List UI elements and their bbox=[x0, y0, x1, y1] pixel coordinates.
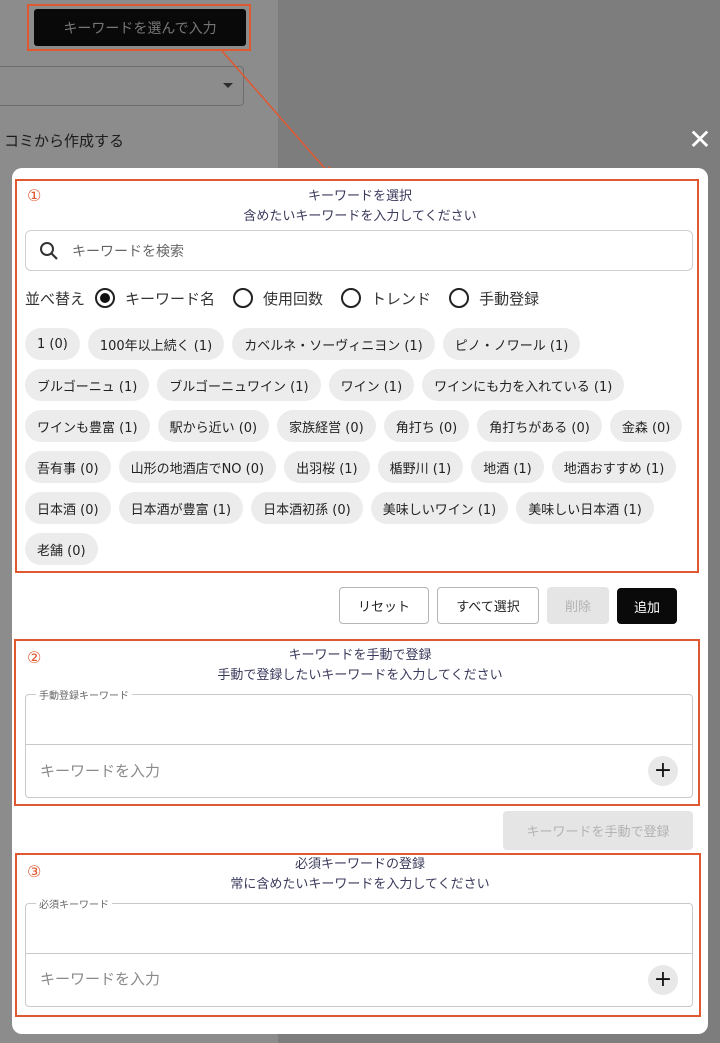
keyword-chip[interactable]: ピノ・ノワール (1) bbox=[442, 328, 581, 360]
keyword-chip[interactable]: 日本酒が豊富 (1) bbox=[118, 492, 244, 524]
close-icon[interactable]: ✕ bbox=[686, 126, 714, 154]
radio-checked-icon[interactable] bbox=[95, 288, 116, 308]
keyword-chip[interactable]: ブルゴーニュ (1) bbox=[25, 369, 150, 401]
select-all-button[interactable]: すべて選択 bbox=[437, 587, 539, 624]
required-keyword-field: + bbox=[25, 903, 693, 1007]
field-divider bbox=[26, 744, 692, 745]
plus-icon[interactable]: + bbox=[648, 965, 678, 995]
sort-label: 並べ替え bbox=[25, 289, 86, 308]
section-1-subtitle: 含めたいキーワードを入力してください bbox=[243, 209, 477, 224]
section-3-subtitle: 常に含めたいキーワードを入力してください bbox=[230, 877, 490, 892]
annotation-top-button bbox=[27, 4, 251, 51]
keyword-chip[interactable]: 楯野川 (1) bbox=[377, 451, 464, 483]
keyword-chip[interactable]: ブルゴーニュワイン (1) bbox=[157, 369, 321, 401]
keyword-chip[interactable]: 吾有事 (0) bbox=[25, 451, 111, 483]
add-button[interactable]: 追加 bbox=[617, 588, 677, 624]
manual-keyword-input[interactable] bbox=[40, 757, 620, 785]
sort-option[interactable]: 使用回数 bbox=[233, 288, 323, 309]
section-2-subtitle: 手動で登録したいキーワードを入力してください bbox=[217, 668, 503, 683]
required-keyword-input[interactable] bbox=[40, 965, 620, 993]
keyword-chip[interactable]: 日本酒 (0) bbox=[25, 492, 111, 524]
section-2-title: キーワードを手動で登録 bbox=[288, 648, 432, 663]
keyword-chip[interactable]: 100年以上続く (1) bbox=[87, 328, 225, 360]
radio-unchecked-icon[interactable] bbox=[449, 288, 470, 308]
sort-option-label: 使用回数 bbox=[263, 289, 324, 308]
radio-unchecked-icon[interactable] bbox=[341, 288, 362, 308]
keyword-chip[interactable]: 地酒 (1) bbox=[471, 451, 544, 483]
keyword-chip[interactable]: 家族経営 (0) bbox=[277, 410, 376, 442]
manual-keyword-legend: 手動登録キーワード bbox=[36, 687, 132, 702]
sort-option-label: トレンド bbox=[371, 289, 432, 308]
search-icon bbox=[40, 242, 58, 260]
sort-option-label: キーワード名 bbox=[125, 289, 216, 308]
manual-keyword-field: + bbox=[25, 694, 693, 798]
manual-register-button[interactable]: キーワードを手動で登録 bbox=[503, 811, 693, 850]
sort-option-label: 手動登録 bbox=[479, 289, 540, 308]
field-divider bbox=[26, 953, 692, 954]
keyword-chip[interactable]: ワイン (1) bbox=[328, 369, 415, 401]
keyword-chip[interactable]: カベルネ・ソーヴィニヨン (1) bbox=[232, 328, 435, 360]
keyword-chip[interactable]: 1 (0) bbox=[25, 328, 80, 360]
radio-unchecked-icon[interactable] bbox=[233, 288, 254, 308]
required-keyword-legend: 必須キーワード bbox=[36, 896, 112, 911]
keyword-chip[interactable]: 駅から近い (0) bbox=[157, 410, 270, 442]
keyword-chip[interactable]: 山形の地酒店でNO (0) bbox=[118, 451, 277, 483]
plus-icon[interactable]: + bbox=[648, 756, 678, 786]
keyword-chip[interactable]: 地酒おすすめ (1) bbox=[551, 451, 677, 483]
keyword-search-input[interactable] bbox=[72, 231, 672, 270]
section-3-title: 必須キーワードの登録 bbox=[294, 857, 425, 872]
keyword-chip[interactable]: ワインにも力を入れている (1) bbox=[422, 369, 625, 401]
section-1-title: キーワードを選択 bbox=[307, 189, 412, 204]
keyword-chip[interactable]: 老舗 (0) bbox=[25, 533, 98, 565]
keyword-chip[interactable]: 美味しい日本酒 (1) bbox=[516, 492, 654, 524]
keyword-search-box[interactable] bbox=[25, 230, 693, 271]
keyword-chip-list: 1 (0) 100年以上続く (1) カベルネ・ソーヴィニヨン (1) ピノ・ノワール… bbox=[25, 328, 693, 565]
keyword-chip[interactable]: 日本酒初孫 (0) bbox=[251, 492, 363, 524]
keyword-chip[interactable]: 角打ち (0) bbox=[383, 410, 470, 442]
sort-option[interactable]: 手動登録 bbox=[449, 288, 539, 309]
keyword-chip[interactable]: ワインも豊富 (1) bbox=[25, 410, 150, 442]
keyword-chip[interactable]: 美味しいワイン (1) bbox=[370, 492, 509, 524]
keyword-chip[interactable]: 金森 (0) bbox=[609, 410, 683, 442]
sort-option[interactable]: トレンド bbox=[341, 288, 431, 309]
keyword-chip[interactable]: 角打ちがある (0) bbox=[477, 410, 602, 442]
sort-row: 並べ替え キーワード名 使用回数 トレンド 手動登録 bbox=[25, 286, 557, 310]
keyword-chip[interactable]: 出羽桜 (1) bbox=[284, 451, 370, 483]
sort-option[interactable]: キーワード名 bbox=[95, 288, 215, 309]
reset-button[interactable]: リセット bbox=[339, 587, 429, 624]
delete-button[interactable]: 削除 bbox=[547, 587, 609, 624]
